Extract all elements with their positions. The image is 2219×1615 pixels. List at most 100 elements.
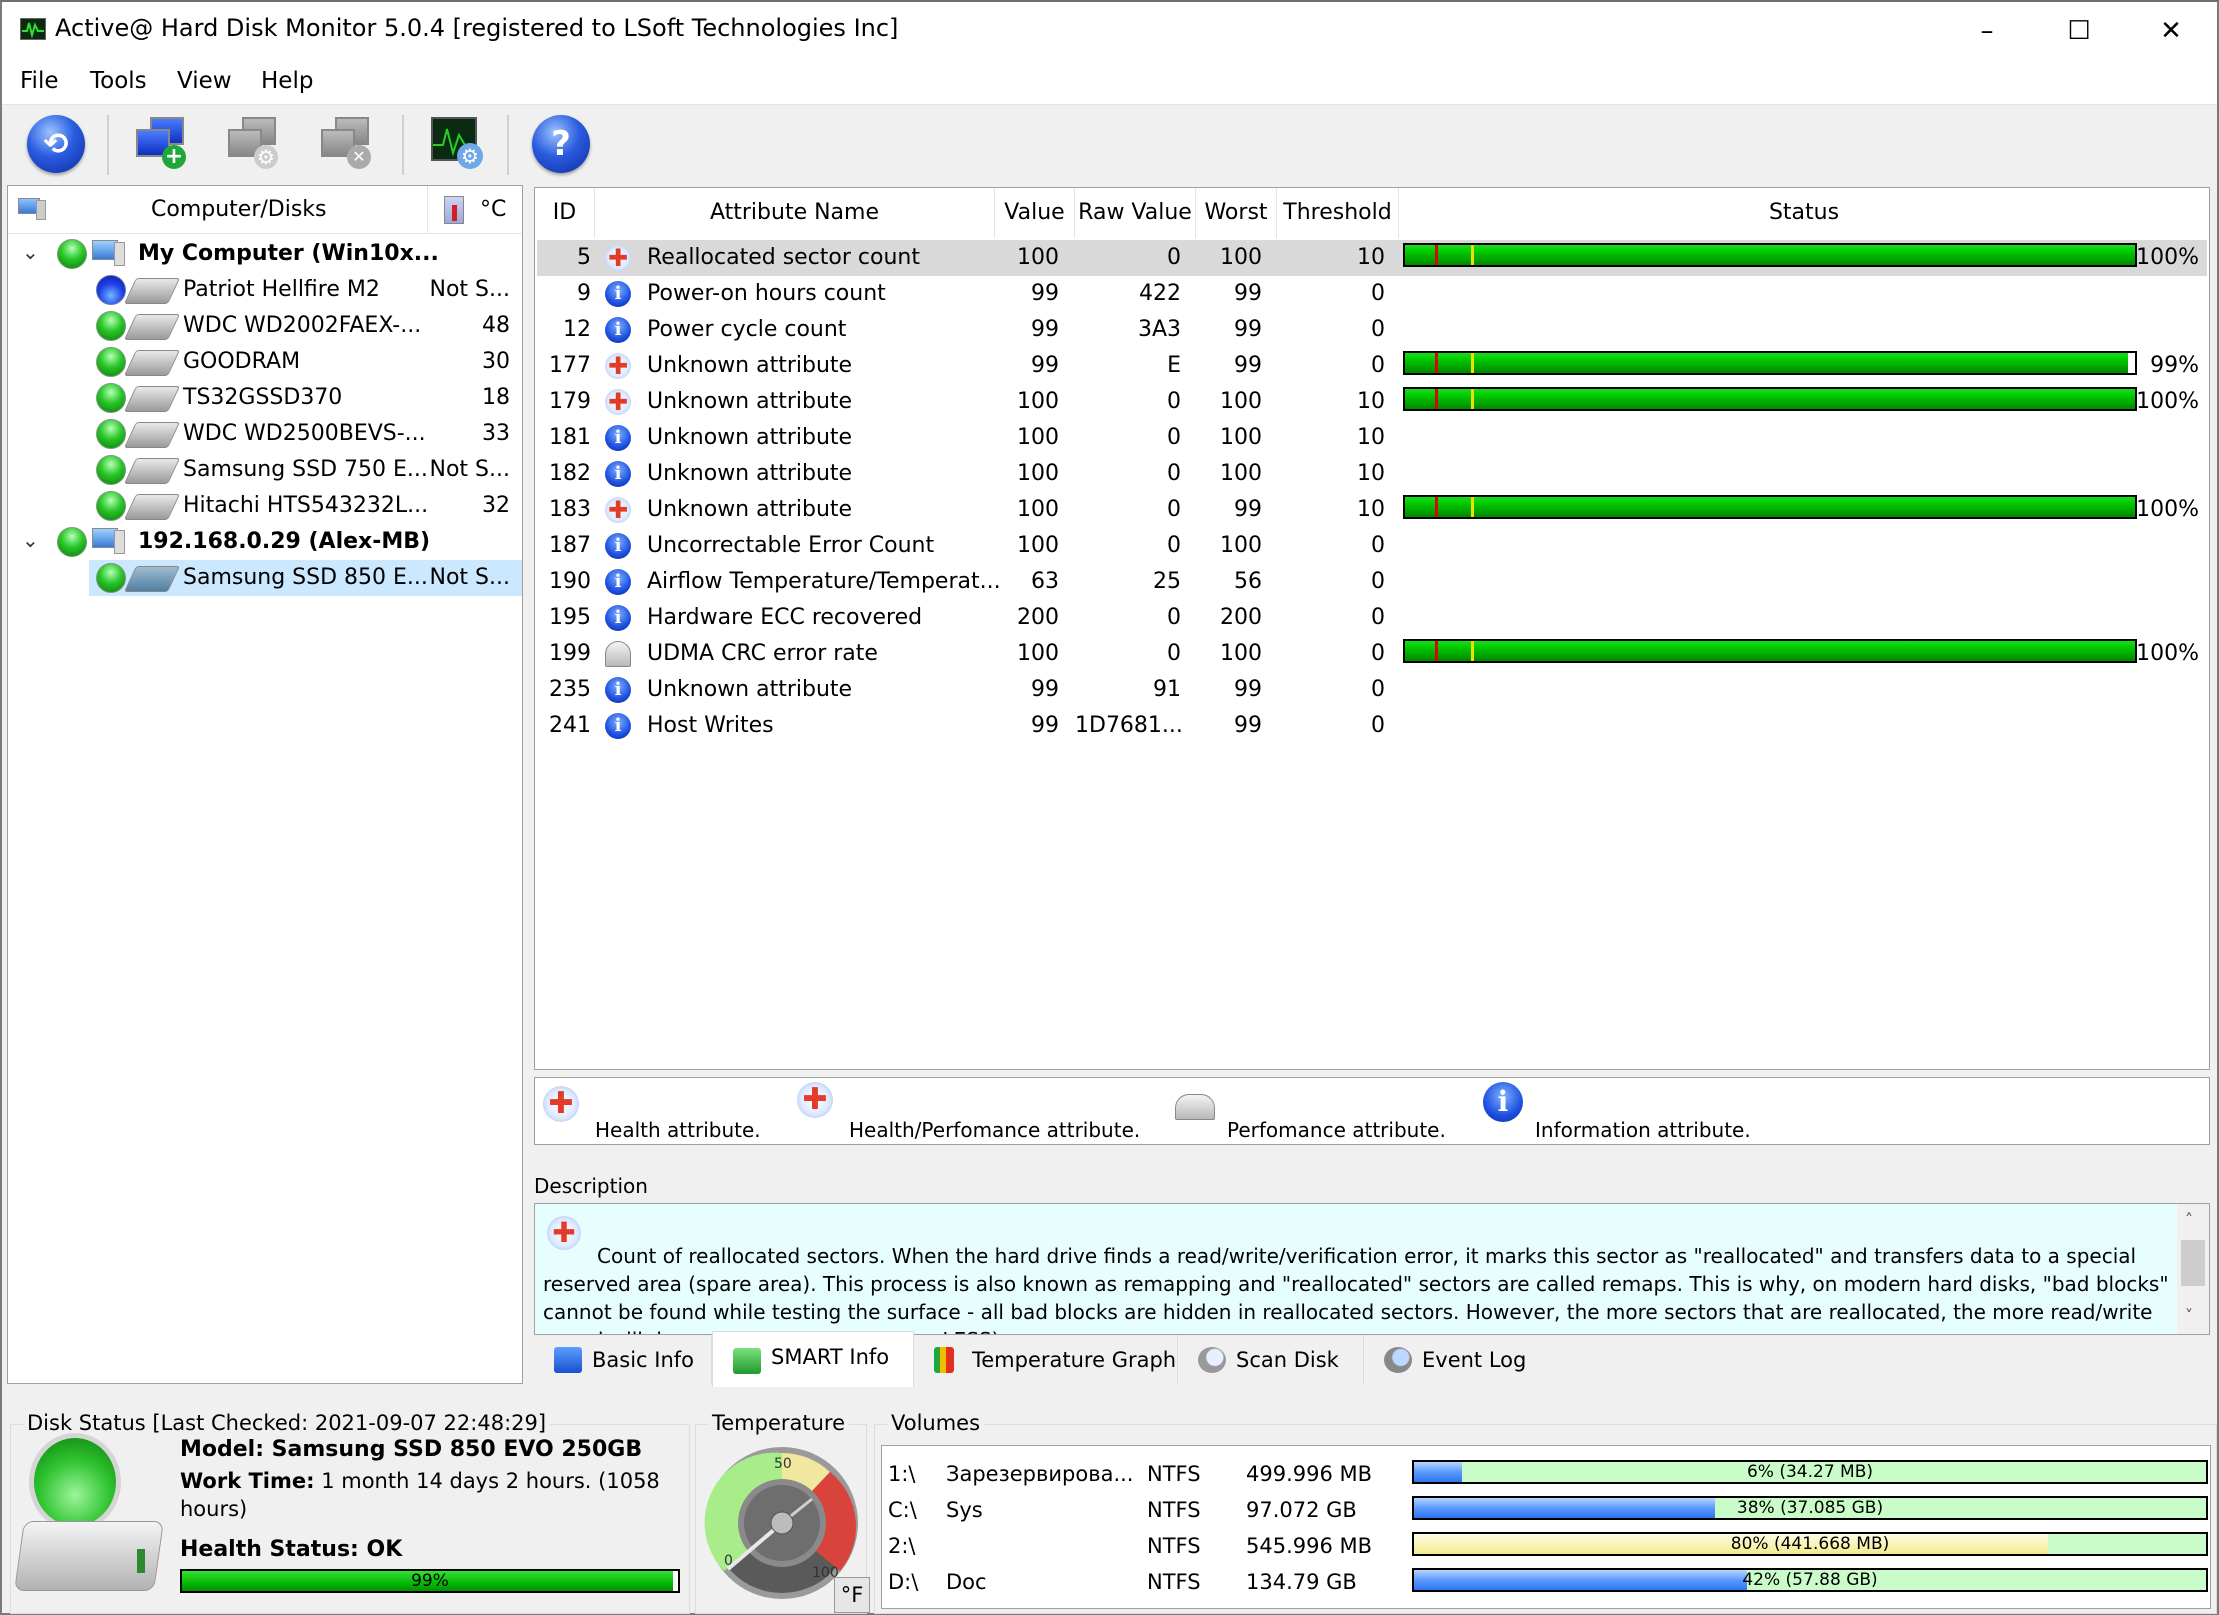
toolbar-separator xyxy=(107,115,109,175)
cell-raw-value: 0 xyxy=(1167,533,1181,558)
menu-help[interactable]: Help xyxy=(261,68,313,94)
scroll-down-icon[interactable]: ˅ xyxy=(2185,1306,2193,1325)
volume-usage-text: 38% (37.085 GB) xyxy=(1736,1498,1884,1518)
table-row[interactable]: 195 i Hardware ECC recovered 200 0 200 0 xyxy=(537,600,2207,636)
column-header-id[interactable]: ID xyxy=(535,188,595,238)
tab-smart-info[interactable]: SMART Info xyxy=(712,1331,914,1387)
tab-event-log[interactable]: Event Log xyxy=(1364,1335,1544,1385)
warning-marker xyxy=(1471,245,1474,265)
status-bar xyxy=(1403,243,2137,267)
column-header-threshold[interactable]: Threshold xyxy=(1277,188,1399,238)
volume-row[interactable]: C:\ Sys NTFS 97.072 GB 38% (37.085 GB) xyxy=(882,1492,2208,1528)
help-button[interactable]: ? xyxy=(532,115,590,173)
volume-usage-bar: 80% (441.668 MB) xyxy=(1412,1532,2208,1556)
temp-unit-header[interactable]: °C xyxy=(480,197,506,222)
table-row[interactable]: 9 i Power-on hours count 99 422 99 0 xyxy=(537,276,2207,312)
table-row[interactable]: 190 i Airflow Temperature/Temperat... 63 25 5… xyxy=(537,564,2207,600)
cell-attribute-name: Power cycle count xyxy=(647,317,847,342)
column-header-worst[interactable]: Worst xyxy=(1196,188,1277,238)
column-header-status[interactable]: Status xyxy=(1399,188,2209,238)
fahrenheit-toggle-button[interactable]: °F xyxy=(834,1577,870,1613)
health-performance-attribute-icon: ✚ xyxy=(797,1082,833,1118)
cell-threshold: 0 xyxy=(1371,641,1385,666)
maximize-button[interactable]: ☐ xyxy=(2033,2,2125,60)
tab-scan-disk[interactable]: Scan Disk xyxy=(1178,1335,1364,1385)
remove-computer-button[interactable]: ✕ xyxy=(317,115,375,173)
tree-computer-remote[interactable]: ⌄ 192.168.0.29 (Alex-MB) xyxy=(8,524,522,560)
tree-disk[interactable]: GOODRAM 30 xyxy=(8,344,522,380)
table-row[interactable]: 182 i Unknown attribute 100 0 100 10 xyxy=(537,456,2207,492)
cell-raw-value: 0 xyxy=(1167,389,1181,414)
minimize-button[interactable]: – xyxy=(1941,2,2033,60)
cell-raw-value: 1D7681... xyxy=(1075,713,1183,738)
disk-temperature: Not S... xyxy=(429,277,510,302)
close-icon: ✕ xyxy=(2160,16,2182,46)
computer-settings-button[interactable]: ⚙ xyxy=(224,115,282,173)
table-row[interactable]: 241 i Host Writes 99 1D7681... 99 0 xyxy=(537,708,2207,744)
volume-size: 545.996 MB xyxy=(1246,1534,1373,1558)
volume-row[interactable]: 1:\ Зарезервирова... NTFS 499.996 MB 6% (34.… xyxy=(882,1456,2208,1492)
cell-attribute-name: Reallocated sector count xyxy=(647,245,920,270)
refresh-button[interactable]: ⟲ xyxy=(27,115,85,173)
volume-row[interactable]: D:\ Doc NTFS 134.79 GB 42% (57.88 GB) xyxy=(882,1564,2208,1600)
menu-tools[interactable]: Tools xyxy=(90,68,147,94)
table-row[interactable]: 177 ✚ Unknown attribute 99 E 99 0 99% xyxy=(537,348,2207,384)
close-button[interactable]: ✕ xyxy=(2125,2,2217,60)
column-header-value[interactable]: Value xyxy=(995,188,1075,238)
tree-disk[interactable]: WDC WD2500BEVS-... 33 xyxy=(8,416,522,452)
cell-attribute-name: Power-on hours count xyxy=(647,281,886,306)
tree-disk[interactable]: Samsung SSD 750 E... Not S... xyxy=(8,452,522,488)
menu-file[interactable]: File xyxy=(20,68,59,94)
description-box[interactable]: ✚ Count of reallocated sectors. When the… xyxy=(534,1203,2210,1335)
cell-worst: 100 xyxy=(1220,389,1262,414)
disk-name: WDC WD2500BEVS-... xyxy=(183,421,426,446)
tree-disk[interactable]: Hitachi HTS543232L... 32 xyxy=(8,488,522,524)
tree-computer-my-computer[interactable]: ⌄ My Computer (Win10x... xyxy=(8,236,522,272)
cell-threshold: 0 xyxy=(1371,677,1385,702)
tree-disk[interactable]: WDC WD2002FAEX-... 48 xyxy=(8,308,522,344)
scrollbar-thumb[interactable] xyxy=(2181,1240,2205,1286)
tab-temperature-graph[interactable]: Temperature Graph xyxy=(914,1335,1178,1385)
cell-raw-value: E xyxy=(1167,353,1181,378)
tree-disk[interactable]: TS32GSSD370 18 xyxy=(8,380,522,416)
tab-basic-info[interactable]: Basic Info xyxy=(534,1335,712,1385)
volumes-list[interactable]: 1:\ Зарезервирова... NTFS 499.996 MB 6% (34.… xyxy=(881,1445,2211,1609)
computer-disks-tree[interactable]: Computer/Disks °C ⌄ My Computer (Win10x.… xyxy=(7,185,523,1384)
chevron-down-icon[interactable]: ⌄ xyxy=(22,528,39,552)
attribute-type-legend: ✚ Health attribute. ✚ Health/Perfomance … xyxy=(534,1077,2210,1145)
description-scrollbar[interactable]: ˄ ˅ xyxy=(2177,1204,2209,1334)
help-icon: ? xyxy=(551,124,571,164)
volume-size: 499.996 MB xyxy=(1246,1462,1373,1486)
column-header-attribute-name[interactable]: Attribute Name xyxy=(595,188,995,238)
table-row[interactable]: 5 ✚ Reallocated sector count 100 0 100 10 100% xyxy=(537,240,2207,276)
table-row[interactable]: 187 i Uncorrectable Error Count 100 0 100 0 xyxy=(537,528,2207,564)
table-row[interactable]: 183 ✚ Unknown attribute 100 0 99 10 100% xyxy=(537,492,2207,528)
menu-view[interactable]: View xyxy=(177,68,232,94)
status-ok-icon xyxy=(96,311,126,341)
title-bar: Active@ Hard Disk Monitor 5.0.4 [registe… xyxy=(2,2,2217,60)
column-header-raw-value[interactable]: Raw Value xyxy=(1075,188,1196,238)
smart-attributes-table[interactable]: ID Attribute Name Value Raw Value Worst … xyxy=(534,187,2210,1070)
table-row[interactable]: 12 i Power cycle count 99 3A3 99 0 xyxy=(537,312,2207,348)
volume-label: Doc xyxy=(946,1570,987,1594)
gauge-label-0: 0 xyxy=(724,1553,733,1569)
scroll-up-icon[interactable]: ˄ xyxy=(2185,1210,2193,1229)
tree-disk-selected[interactable]: Samsung SSD 850 E... Not S... xyxy=(89,560,522,596)
add-computer-button[interactable]: + xyxy=(132,115,190,173)
tree-header-title[interactable]: Computer/Disks xyxy=(151,197,327,222)
table-row[interactable]: 179 ✚ Unknown attribute 100 0 100 10 100% xyxy=(537,384,2207,420)
chevron-down-icon[interactable]: ⌄ xyxy=(22,240,39,264)
information-attribute-icon: i xyxy=(1483,1082,1523,1122)
table-row[interactable]: 199 UDMA CRC error rate 100 0 100 0 100% xyxy=(537,636,2207,672)
maximize-icon: ☐ xyxy=(2067,16,2091,46)
volume-row[interactable]: 2:\ NTFS 545.996 MB 80% (441.668 MB) xyxy=(882,1528,2208,1564)
table-row[interactable]: 235 i Unknown attribute 99 91 99 0 xyxy=(537,672,2207,708)
tree-disk[interactable]: Patriot Hellfire M2 Not S... xyxy=(8,272,522,308)
cell-value: 100 xyxy=(1017,497,1059,522)
cell-worst: 100 xyxy=(1220,425,1262,450)
information-attribute-icon: i xyxy=(605,425,631,451)
monitor-settings-button[interactable]: ⚙ xyxy=(427,115,485,173)
table-row[interactable]: 181 i Unknown attribute 100 0 100 10 xyxy=(537,420,2207,456)
cell-id: 190 xyxy=(549,569,591,594)
health-status: Health Status: OK xyxy=(180,1537,403,1562)
